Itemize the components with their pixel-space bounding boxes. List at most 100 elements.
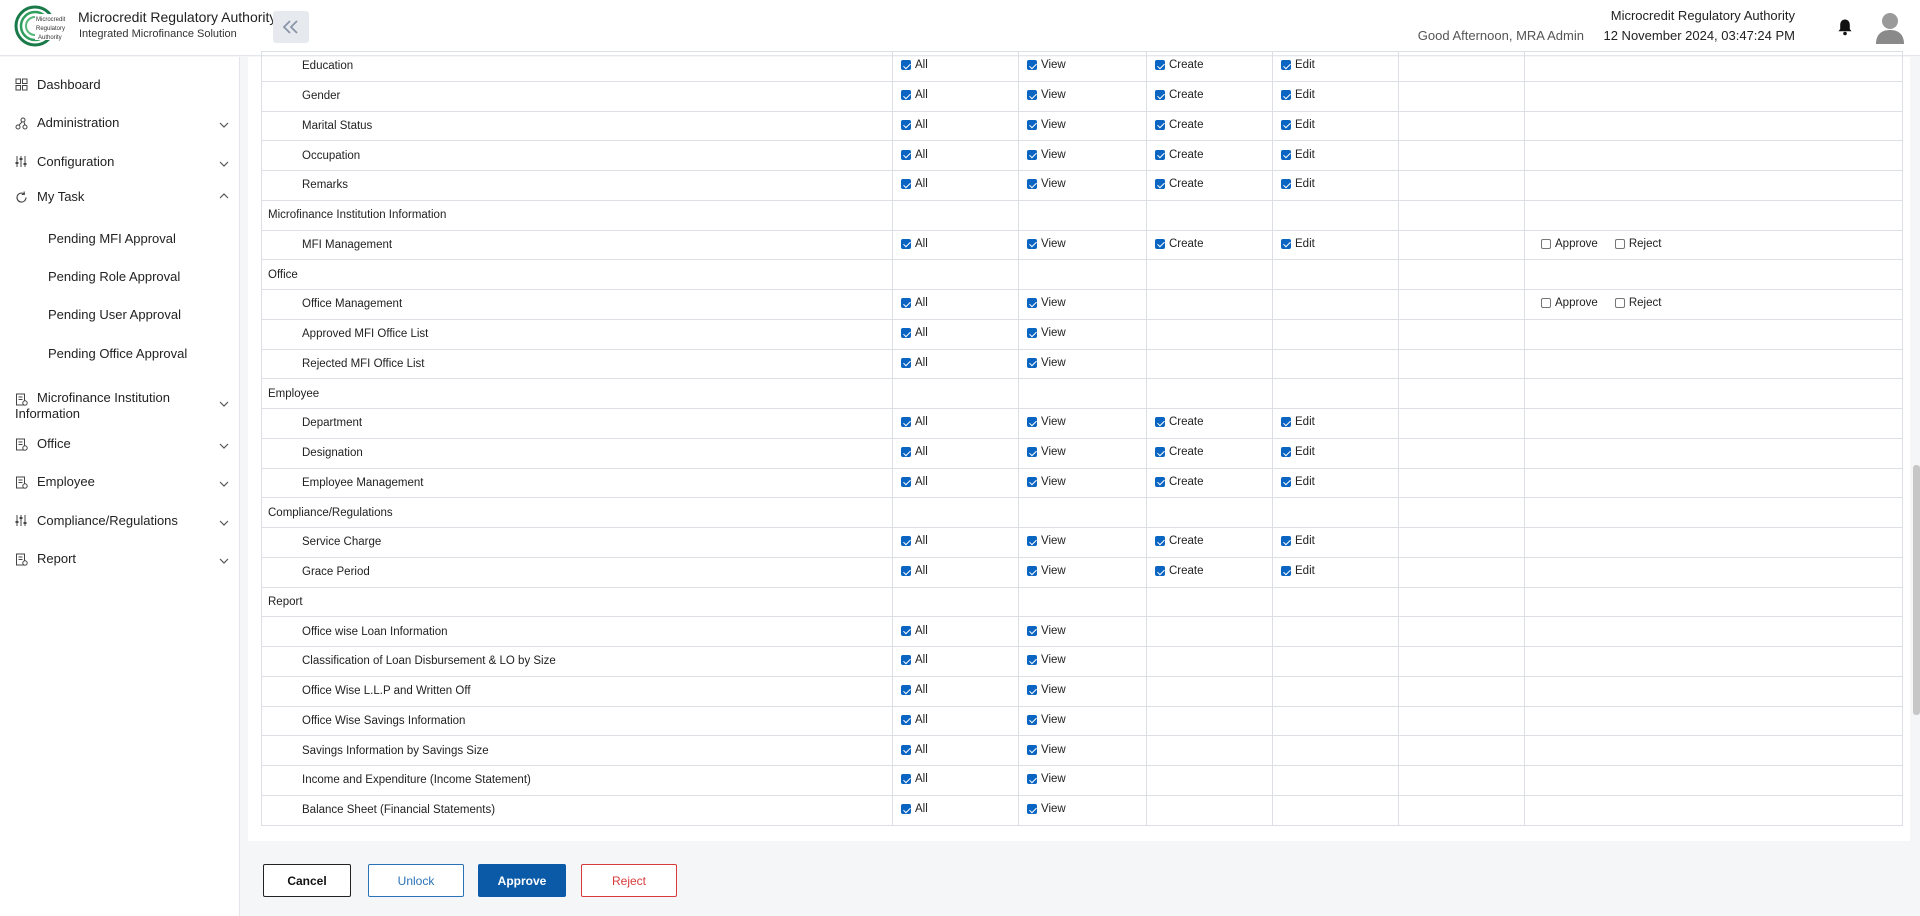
checkbox-checked-icon[interactable] <box>1155 447 1165 458</box>
checkbox-checked-icon[interactable] <box>1027 357 1037 368</box>
view-checkbox[interactable]: View <box>1027 59 1066 71</box>
checkbox-checked-icon[interactable] <box>1281 179 1291 190</box>
edit-checkbox[interactable]: Edit <box>1281 89 1315 101</box>
collapse-sidebar-button[interactable] <box>273 11 309 43</box>
checkbox-checked-icon[interactable] <box>1027 60 1037 71</box>
edit-checkbox[interactable]: Edit <box>1281 535 1315 547</box>
checkbox-unchecked-icon[interactable] <box>1614 298 1625 309</box>
all-checkbox[interactable]: All <box>901 89 928 101</box>
reject-checkbox[interactable]: Reject <box>1614 297 1661 309</box>
checkbox-checked-icon[interactable] <box>1027 90 1037 101</box>
checkbox-checked-icon[interactable] <box>901 566 911 577</box>
create-checkbox[interactable]: Create <box>1155 476 1204 488</box>
edit-checkbox[interactable]: Edit <box>1281 446 1315 458</box>
checkbox-checked-icon[interactable] <box>1027 119 1037 130</box>
checkbox-checked-icon[interactable] <box>1027 328 1037 339</box>
all-checkbox[interactable]: All <box>901 149 928 161</box>
all-checkbox[interactable]: All <box>901 476 928 488</box>
view-checkbox[interactable]: View <box>1027 149 1066 161</box>
avatar[interactable] <box>1874 10 1906 44</box>
checkbox-checked-icon[interactable] <box>1281 566 1291 577</box>
view-checkbox[interactable]: View <box>1027 773 1066 785</box>
checkbox-unchecked-icon[interactable] <box>1541 238 1551 249</box>
checkbox-checked-icon[interactable] <box>1155 119 1165 130</box>
edit-checkbox[interactable]: Edit <box>1281 565 1315 577</box>
checkbox-checked-icon[interactable] <box>1027 625 1037 636</box>
sidebar-subitem-pending-role-approval[interactable]: Pending Role Approval <box>48 269 180 284</box>
create-checkbox[interactable]: Create <box>1155 119 1204 131</box>
all-checkbox[interactable]: All <box>901 297 928 309</box>
sidebar-subitem-pending-office-approval[interactable]: Pending Office Approval <box>48 346 187 361</box>
checkbox-checked-icon[interactable] <box>1281 149 1291 160</box>
checkbox-checked-icon[interactable] <box>1027 566 1037 577</box>
all-checkbox[interactable]: All <box>901 654 928 666</box>
view-checkbox[interactable]: View <box>1027 327 1066 339</box>
checkbox-checked-icon[interactable] <box>1027 536 1037 547</box>
all-checkbox[interactable]: All <box>901 446 928 458</box>
checkbox-checked-icon[interactable] <box>1027 417 1037 428</box>
checkbox-checked-icon[interactable] <box>1027 804 1037 815</box>
view-checkbox[interactable]: View <box>1027 238 1066 250</box>
checkbox-checked-icon[interactable] <box>901 655 911 666</box>
checkbox-checked-icon[interactable] <box>1027 744 1037 755</box>
all-checkbox[interactable]: All <box>901 535 928 547</box>
checkbox-checked-icon[interactable] <box>1027 774 1037 785</box>
checkbox-checked-icon[interactable] <box>901 714 911 725</box>
all-checkbox[interactable]: All <box>901 803 928 815</box>
view-checkbox[interactable]: View <box>1027 565 1066 577</box>
view-checkbox[interactable]: View <box>1027 803 1066 815</box>
all-checkbox[interactable]: All <box>901 714 928 726</box>
view-checkbox[interactable]: View <box>1027 684 1066 696</box>
view-checkbox[interactable]: View <box>1027 535 1066 547</box>
create-checkbox[interactable]: Create <box>1155 178 1204 190</box>
checkbox-checked-icon[interactable] <box>1155 179 1165 190</box>
edit-checkbox[interactable]: Edit <box>1281 416 1315 428</box>
all-checkbox[interactable]: All <box>901 565 928 577</box>
checkbox-checked-icon[interactable] <box>901 476 911 487</box>
checkbox-checked-icon[interactable] <box>901 90 911 101</box>
checkbox-checked-icon[interactable] <box>1027 149 1037 160</box>
create-checkbox[interactable]: Create <box>1155 565 1204 577</box>
view-checkbox[interactable]: View <box>1027 297 1066 309</box>
checkbox-checked-icon[interactable] <box>901 298 911 309</box>
page-scrollbar[interactable] <box>1913 465 1920 715</box>
checkbox-checked-icon[interactable] <box>1281 60 1291 71</box>
checkbox-unchecked-icon[interactable] <box>1541 298 1551 309</box>
edit-checkbox[interactable]: Edit <box>1281 59 1315 71</box>
all-checkbox[interactable]: All <box>901 625 928 637</box>
create-checkbox[interactable]: Create <box>1155 149 1204 161</box>
reject-button[interactable]: Reject <box>581 864 677 897</box>
all-checkbox[interactable]: All <box>901 684 928 696</box>
all-checkbox[interactable]: All <box>901 416 928 428</box>
checkbox-checked-icon[interactable] <box>1281 119 1291 130</box>
checkbox-checked-icon[interactable] <box>1027 476 1037 487</box>
view-checkbox[interactable]: View <box>1027 178 1066 190</box>
all-checkbox[interactable]: All <box>901 238 928 250</box>
checkbox-checked-icon[interactable] <box>901 804 911 815</box>
checkbox-checked-icon[interactable] <box>1155 149 1165 160</box>
view-checkbox[interactable]: View <box>1027 654 1066 666</box>
all-checkbox[interactable]: All <box>901 178 928 190</box>
checkbox-checked-icon[interactable] <box>901 60 911 71</box>
checkbox-checked-icon[interactable] <box>901 744 911 755</box>
checkbox-checked-icon[interactable] <box>901 417 911 428</box>
checkbox-checked-icon[interactable] <box>901 536 911 547</box>
edit-checkbox[interactable]: Edit <box>1281 178 1315 190</box>
all-checkbox[interactable]: All <box>901 59 928 71</box>
all-checkbox[interactable]: All <box>901 744 928 756</box>
all-checkbox[interactable]: All <box>901 119 928 131</box>
edit-checkbox[interactable]: Edit <box>1281 476 1315 488</box>
checkbox-unchecked-icon[interactable] <box>1614 238 1625 249</box>
checkbox-checked-icon[interactable] <box>1155 238 1165 249</box>
all-checkbox[interactable]: All <box>901 773 928 785</box>
checkbox-checked-icon[interactable] <box>901 685 911 696</box>
view-checkbox[interactable]: View <box>1027 446 1066 458</box>
checkbox-checked-icon[interactable] <box>1281 447 1291 458</box>
checkbox-checked-icon[interactable] <box>1027 179 1037 190</box>
checkbox-checked-icon[interactable] <box>1155 417 1165 428</box>
edit-checkbox[interactable]: Edit <box>1281 149 1315 161</box>
checkbox-checked-icon[interactable] <box>1027 714 1037 725</box>
checkbox-checked-icon[interactable] <box>901 625 911 636</box>
checkbox-checked-icon[interactable] <box>1027 655 1037 666</box>
checkbox-checked-icon[interactable] <box>1027 238 1037 249</box>
